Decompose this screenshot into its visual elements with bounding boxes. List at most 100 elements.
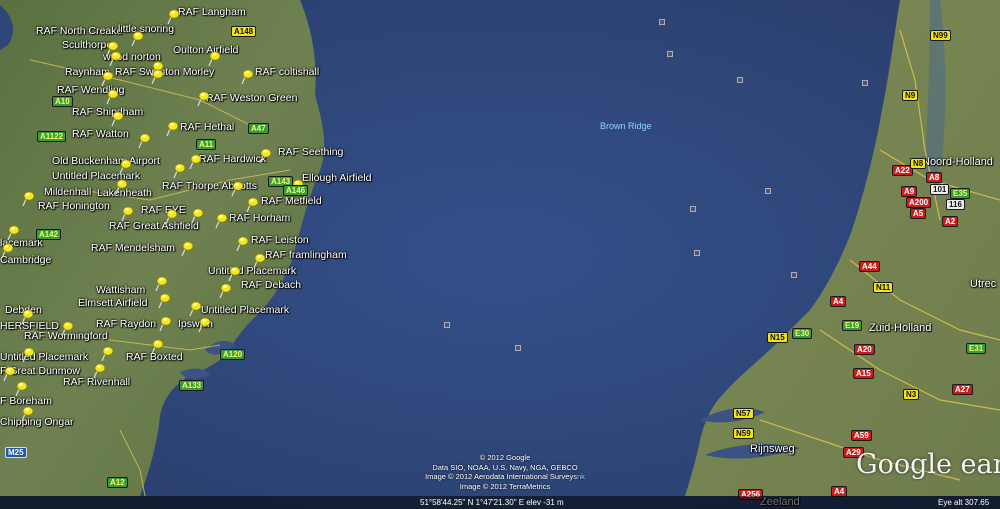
pushpin-icon[interactable] (14, 380, 28, 396)
pushpin-icon[interactable] (60, 320, 74, 336)
placemark-label[interactable]: RAF Metfield (261, 195, 322, 207)
placemark-label[interactable]: RAF Leiston (251, 234, 309, 246)
placemark-label[interactable]: Rijnsweg (750, 443, 795, 455)
pushpin-icon[interactable] (188, 300, 202, 316)
placemark-label[interactable]: RAF Shipdham (72, 106, 143, 118)
placemark-label[interactable]: Zuid-Holland (869, 322, 931, 334)
pushpin-icon[interactable] (190, 207, 204, 223)
pushpin-icon[interactable] (20, 405, 34, 421)
pushpin-icon[interactable] (196, 90, 210, 106)
pushpin-icon[interactable] (100, 70, 114, 86)
road-shield: A142 (36, 229, 62, 240)
pushpin-icon[interactable] (172, 162, 186, 178)
pushpin-icon[interactable] (150, 68, 164, 84)
pushpin-icon[interactable] (227, 265, 241, 281)
pushpin-icon[interactable] (164, 208, 178, 224)
placemark-label[interactable]: Old Buckenham Airport (52, 155, 160, 167)
pushpin-icon[interactable] (20, 308, 34, 324)
placemark-label[interactable]: RAF coltishall (255, 66, 319, 78)
pushpin-icon[interactable] (6, 224, 20, 240)
placemark-label[interactable]: RAF Weston Green (206, 92, 297, 104)
pushpin-icon[interactable] (110, 110, 124, 126)
sea-marker-icon (694, 250, 700, 256)
pushpin-icon[interactable] (120, 205, 134, 221)
placemark-label[interactable]: Chipping Ongar (0, 416, 74, 428)
pushpin-icon[interactable] (130, 30, 144, 46)
road-shield: A44 (859, 261, 880, 272)
road-shield: N99 (930, 30, 951, 41)
pushpin-icon[interactable] (166, 8, 180, 24)
pushpin-icon[interactable] (197, 316, 211, 332)
placemark-label[interactable]: Elmsett Airfield (78, 297, 147, 309)
map-view[interactable]: RAF Langham RAF North Creake little snorin… (0, 0, 1000, 509)
placemark-label[interactable]: RAF Raydon (96, 318, 156, 330)
pushpin-icon[interactable] (245, 196, 259, 212)
road-shield: A8 (926, 172, 943, 183)
pushpin-icon[interactable] (235, 235, 249, 251)
placemark-label[interactable]: Mildenhall (44, 186, 91, 198)
pushpin-icon[interactable] (218, 282, 232, 298)
placemark-label[interactable]: RAF Great Ashfield (109, 220, 199, 232)
pushpin-icon[interactable] (188, 153, 202, 169)
placemark-label[interactable]: RAF North Creake (36, 25, 122, 37)
sea-marker-icon (667, 51, 673, 57)
placemark-label[interactable]: RAF Horham (229, 212, 290, 224)
road-shield: A1122 (37, 131, 67, 142)
sea-marker-icon (444, 322, 450, 328)
placemark-label[interactable]: Untitled Placemark (201, 304, 289, 316)
pushpin-icon[interactable] (207, 50, 221, 66)
placemark-label[interactable]: RAF framlingham (265, 249, 347, 261)
pushpin-icon[interactable] (165, 120, 179, 136)
road-shield: N9 (902, 90, 919, 101)
google-earth-logo: Google ear (856, 449, 1000, 480)
pushpin-icon[interactable] (92, 362, 106, 378)
pushpin-icon[interactable] (108, 50, 122, 66)
placemark-label[interactable]: RAF Hethal (180, 121, 234, 133)
placemark-label[interactable]: RAF Watton (72, 128, 129, 140)
pushpin-icon[interactable] (0, 242, 14, 258)
pushpin-icon[interactable] (180, 240, 194, 256)
placemark-label[interactable]: RAF Debach (241, 279, 301, 291)
road-shield: A27 (952, 384, 973, 395)
pushpin-icon[interactable] (157, 292, 171, 308)
placemark-label[interactable]: RAF Honington (38, 200, 110, 212)
pushpin-icon[interactable] (137, 132, 151, 148)
placemark-label[interactable]: Noord-Holland (922, 156, 993, 168)
pushpin-icon[interactable] (150, 338, 164, 354)
sea-marker-icon (659, 19, 665, 25)
sea-marker-icon (515, 345, 521, 351)
pushpin-icon[interactable] (154, 275, 168, 291)
placemark-label[interactable]: RAF Swanton Morley (115, 66, 214, 78)
placemark-label[interactable]: Ellough Airfield (302, 172, 371, 184)
sea-feature-label: Brown Ridge (600, 121, 652, 131)
road-shield: N59 (733, 428, 754, 439)
pushpin-icon[interactable] (214, 212, 228, 228)
pushpin-icon[interactable] (21, 346, 35, 362)
pushpin-icon[interactable] (2, 365, 16, 381)
pushpin-icon[interactable] (252, 252, 266, 268)
road-shield: A4 (830, 296, 847, 307)
placemark-label[interactable]: little snoring (118, 23, 174, 35)
road-shield: N57 (733, 408, 754, 419)
road-shield: A15 (853, 368, 874, 379)
placemark-label[interactable]: Oulton Airfield (173, 44, 238, 56)
road-shield: N11 (873, 282, 894, 293)
pushpin-icon[interactable] (230, 180, 244, 196)
pushpin-icon[interactable] (105, 88, 119, 104)
placemark-label[interactable]: RAF Seething (278, 146, 343, 158)
pushpin-icon[interactable] (258, 147, 272, 163)
road-shield: A59 (851, 430, 872, 441)
pushpin-icon[interactable] (21, 190, 35, 206)
pushpin-icon[interactable] (118, 158, 132, 174)
placemark-label[interactable]: Wattisham (96, 284, 145, 296)
pushpin-icon[interactable] (114, 178, 128, 194)
sea-marker-icon (690, 206, 696, 212)
placemark-label[interactable]: Utrec (970, 278, 996, 290)
pushpin-icon[interactable] (100, 345, 114, 361)
placemark-label[interactable]: Untitled Placemark (0, 351, 88, 363)
placemark-label[interactable]: RAF Hardwick (199, 153, 266, 165)
placemark-label[interactable]: RAF Mendelsham (91, 242, 175, 254)
placemark-label[interactable]: RAF Langham (178, 6, 246, 18)
pushpin-icon[interactable] (158, 315, 172, 331)
pushpin-icon[interactable] (240, 68, 254, 84)
